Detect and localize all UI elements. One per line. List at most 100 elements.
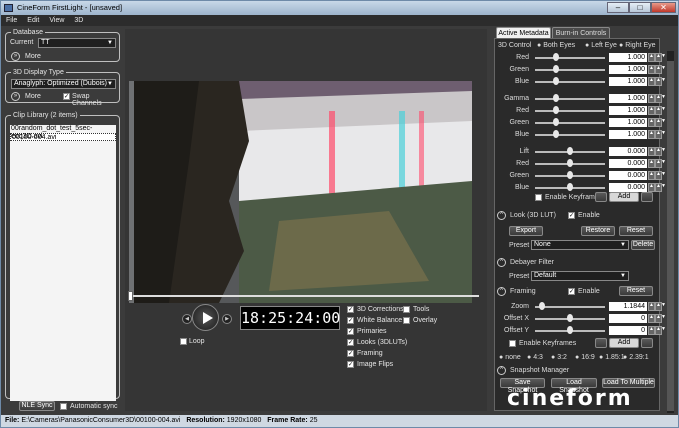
left-eye-radio[interactable]: ● Left Eye (585, 42, 617, 49)
slider-track[interactable] (535, 134, 605, 136)
slider-knob[interactable] (553, 53, 559, 61)
tab-burn-in-controls[interactable]: Burn-in Controls (552, 27, 610, 38)
menu-edit[interactable]: Edit (22, 15, 44, 26)
timeline-handle[interactable] (128, 291, 133, 301)
value-field[interactable]: 0 (609, 314, 647, 323)
spin-down-button[interactable]: ▲▼ (655, 130, 666, 139)
spin-up-button[interactable]: ▲▼ (648, 171, 659, 180)
aspect-radio[interactable]: ● 1.85:1 (599, 354, 625, 361)
slider-knob[interactable] (567, 147, 573, 155)
slider-track[interactable] (535, 98, 605, 100)
framing-keyframes-checkbox[interactable] (509, 340, 516, 347)
spin-up-button[interactable]: ▲▼ (648, 302, 659, 311)
spin-down-button[interactable]: ▲▼ (655, 147, 666, 156)
display-more-icon[interactable]: » (11, 92, 20, 101)
previous-frame-icon[interactable]: ◀ (182, 314, 192, 324)
restore-button[interactable]: Restore (581, 226, 615, 236)
option-checkbox[interactable]: ✓ (347, 350, 354, 357)
nle-sync-button[interactable]: NLE Sync (19, 401, 55, 411)
spin-down-button[interactable]: ▲▼ (655, 159, 666, 168)
value-field[interactable]: 0.000 (609, 147, 647, 156)
value-field[interactable]: 1.000 (609, 130, 647, 139)
value-field[interactable]: 1.000 (609, 106, 647, 115)
overlay-checkbox[interactable] (403, 317, 410, 324)
play-button[interactable] (192, 304, 219, 331)
spin-up-button[interactable]: ▲▼ (648, 147, 659, 156)
value-field[interactable]: 1.000 (609, 94, 647, 103)
slider-knob[interactable] (567, 314, 573, 322)
automatic-sync-checkbox[interactable] (60, 403, 67, 410)
spin-up-button[interactable]: ▲▼ (648, 130, 659, 139)
spin-up-button[interactable]: ▲▼ (648, 65, 659, 74)
framing-enable-checkbox[interactable]: ✓ (568, 288, 575, 295)
slider-knob[interactable] (553, 118, 559, 126)
slider-knob[interactable] (567, 159, 573, 167)
minimize-button[interactable]: – (607, 2, 629, 13)
spin-up-button[interactable]: ▲▼ (648, 77, 659, 86)
aspect-radio[interactable]: ● none (499, 354, 521, 361)
delete-preset-button[interactable]: Delete (631, 240, 655, 250)
keyframe-next-button[interactable] (641, 192, 653, 202)
slider-knob[interactable] (553, 77, 559, 85)
framing-next-button[interactable] (641, 338, 653, 348)
option-checkbox[interactable]: ✓ (347, 339, 354, 346)
spin-up-button[interactable]: ▲▼ (648, 118, 659, 127)
display-type-select[interactable]: Anaglyph: Optimized (Dubois) ▼ (11, 79, 116, 89)
slider-track[interactable] (535, 69, 605, 71)
option-checkbox[interactable]: ✓ (347, 361, 354, 368)
spin-down-button[interactable]: ▲▼ (655, 326, 666, 335)
framing-prev-button[interactable] (595, 338, 607, 348)
list-item[interactable]: 00100-004.avi (10, 133, 116, 141)
framing-collapse-icon[interactable]: ^ (497, 287, 506, 296)
next-frame-icon[interactable]: ▶ (222, 314, 232, 324)
value-field[interactable]: 1.000 (609, 77, 647, 86)
value-field[interactable]: 1.000 (609, 53, 647, 62)
spin-up-button[interactable]: ▲▼ (648, 314, 659, 323)
slider-track[interactable] (535, 306, 605, 308)
spin-down-button[interactable]: ▲▼ (655, 171, 666, 180)
debayer-collapse-icon[interactable]: ^ (497, 258, 506, 267)
slider-knob[interactable] (567, 183, 573, 191)
option-checkbox[interactable]: ✓ (347, 317, 354, 324)
spin-down-button[interactable]: ▲▼ (655, 118, 666, 127)
snapshot-collapse-icon[interactable]: ^ (497, 366, 506, 375)
menu-view[interactable]: View (44, 15, 69, 26)
slider-knob[interactable] (539, 302, 545, 310)
value-field[interactable]: 1.1844 (609, 302, 647, 311)
value-field[interactable]: 0.000 (609, 183, 647, 192)
aspect-radio[interactable]: ● 3:2 (551, 354, 567, 361)
spin-down-button[interactable]: ▲▼ (655, 53, 666, 62)
look-preset-select[interactable]: None ▼ (531, 240, 629, 250)
spin-down-button[interactable]: ▲▼ (655, 183, 666, 192)
menu-file[interactable]: File (1, 15, 22, 26)
spin-down-button[interactable]: ▲▼ (655, 94, 666, 103)
value-field[interactable]: 0.000 (609, 159, 647, 168)
menu-3d[interactable]: 3D (69, 15, 88, 26)
keyframe-prev-button[interactable] (595, 192, 607, 202)
spin-up-button[interactable]: ▲▼ (648, 326, 659, 335)
export-button[interactable]: Export (509, 226, 543, 236)
list-item[interactable]: 00random_dot_test_5sec-eoq3D.avi (10, 125, 116, 140)
slider-knob[interactable] (553, 130, 559, 138)
right-eye-radio[interactable]: ● Right Eye (619, 42, 656, 49)
slider-track[interactable] (535, 81, 605, 83)
reset-look-button[interactable]: Reset (619, 226, 653, 236)
right-scrollbar[interactable] (667, 51, 674, 413)
spin-down-button[interactable]: ▲▼ (655, 65, 666, 74)
look-collapse-icon[interactable]: ^ (497, 211, 506, 220)
tab-active-metadata[interactable]: Active Metadata (496, 27, 551, 38)
aspect-radio[interactable]: ● 16:9 (575, 354, 595, 361)
framing-add-button[interactable]: Add (609, 338, 639, 348)
timeline-track[interactable] (129, 295, 479, 297)
debayer-preset-select[interactable]: Default ▼ (531, 271, 629, 281)
spin-up-button[interactable]: ▲▼ (648, 159, 659, 168)
spin-down-button[interactable]: ▲▼ (655, 314, 666, 323)
look-enable-checkbox[interactable]: ✓ (568, 212, 575, 219)
slider-knob[interactable] (567, 326, 573, 334)
slider-knob[interactable] (553, 65, 559, 73)
more-expand-icon[interactable]: » (11, 52, 20, 61)
enable-keyframes-checkbox[interactable] (535, 194, 542, 201)
loop-checkbox[interactable] (180, 338, 187, 345)
aspect-radio[interactable]: ● 2.39:1 (623, 354, 649, 361)
slider-track[interactable] (535, 122, 605, 124)
